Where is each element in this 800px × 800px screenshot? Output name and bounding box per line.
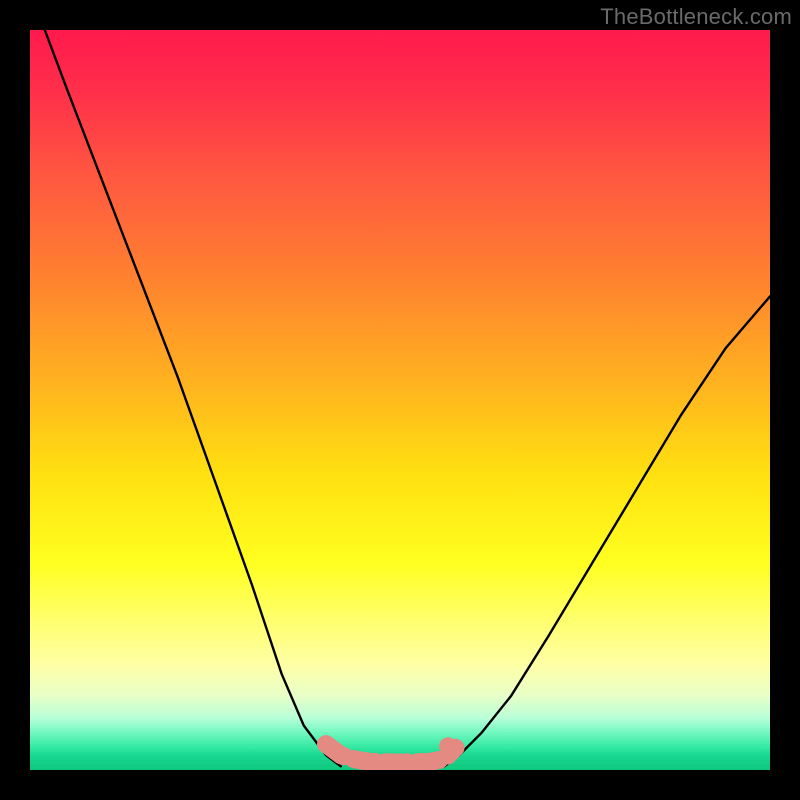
chart-frame: TheBottleneck.com (0, 0, 800, 800)
curve-right (444, 296, 770, 766)
curve-left (45, 30, 341, 766)
watermark-text: TheBottleneck.com (600, 4, 792, 30)
plot-area (30, 30, 770, 770)
series-group (45, 30, 770, 766)
marker-segment (326, 744, 456, 763)
curve-svg (30, 30, 770, 770)
dot-group (439, 737, 457, 755)
marker-dot (439, 737, 457, 755)
marker-group (326, 744, 456, 763)
